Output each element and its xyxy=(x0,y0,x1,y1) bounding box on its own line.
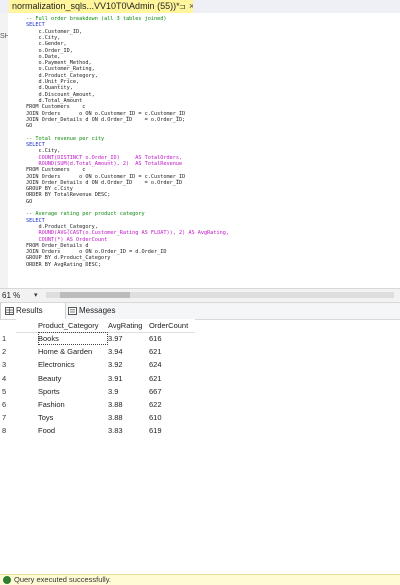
table-cell[interactable]: Beauty xyxy=(38,372,108,385)
table-cell[interactable]: 3.83 xyxy=(108,424,148,437)
table-cell[interactable]: 3.91 xyxy=(108,372,148,385)
row-number[interactable]: 7 xyxy=(2,411,14,424)
close-icon[interactable]: × xyxy=(189,0,193,13)
code-line: ORDER BY TotalRevenue DESC; xyxy=(26,192,111,199)
results-tab-strip: Results Messages xyxy=(0,303,400,320)
table-cell[interactable]: Home & Garden xyxy=(38,345,108,358)
row-number[interactable]: 1 xyxy=(2,332,14,345)
table-row[interactable]: 7 Toys 3.88 610 xyxy=(2,411,195,424)
table-row[interactable]: 8 Food 3.83 619 xyxy=(2,424,195,437)
table-cell[interactable]: Fashion xyxy=(38,398,108,411)
zoom-level[interactable]: 61 % xyxy=(2,289,20,302)
table-cell[interactable]: 616 xyxy=(149,332,195,345)
query-tab[interactable]: normalization_sqls...VV10T0\Admin (55))*… xyxy=(9,0,193,13)
grid-header-row: Product_Category AvgRating OrderCount xyxy=(16,319,195,333)
code-line: ORDER BY AvgRating DESC; xyxy=(26,261,101,268)
messages-icon xyxy=(68,307,77,315)
table-cell[interactable]: 3.88 xyxy=(108,411,148,424)
sql-editor[interactable]: -- Full order breakdown (all 3 tables jo… xyxy=(8,13,400,288)
pin-icon[interactable]: ⊐ xyxy=(179,0,186,13)
editor-zoom-bar: 61 % ▾ xyxy=(0,288,400,303)
column-header[interactable]: AvgRating xyxy=(108,319,148,332)
table-cell[interactable]: 621 xyxy=(149,372,195,385)
table-cell[interactable]: 667 xyxy=(149,385,195,398)
row-number[interactable]: 5 xyxy=(2,385,14,398)
table-row[interactable]: 4 Beauty 3.91 621 xyxy=(2,372,195,385)
grid-icon xyxy=(5,307,14,315)
status-bar: Query executed successfully. xyxy=(0,574,400,585)
table-cell[interactable]: 624 xyxy=(149,358,195,371)
query-tab-title: normalization_sqls...VV10T0\Admin (55))* xyxy=(12,1,180,11)
table-cell[interactable]: 610 xyxy=(149,411,195,424)
row-number[interactable]: 4 xyxy=(2,372,14,385)
row-number[interactable]: 6 xyxy=(2,398,14,411)
table-cell[interactable]: 3.9 xyxy=(108,385,148,398)
table-row[interactable]: 6 Fashion 3.88 622 xyxy=(2,398,195,411)
table-cell[interactable]: Electronics xyxy=(38,358,108,371)
table-row[interactable]: 2 Home & Garden 3.94 621 xyxy=(2,345,195,358)
table-row[interactable]: 5 Sports 3.9 667 xyxy=(2,385,195,398)
row-number[interactable]: 2 xyxy=(2,345,14,358)
code-line: GO xyxy=(26,198,33,205)
column-header[interactable]: Product_Category xyxy=(38,319,108,332)
scrollbar-thumb[interactable] xyxy=(60,292,130,298)
code-line: GO xyxy=(26,123,33,130)
success-icon xyxy=(3,576,11,584)
table-cell[interactable]: Food xyxy=(38,424,108,437)
table-row[interactable]: 1 Books 3.97 616 xyxy=(2,332,195,345)
table-cell[interactable]: 3.88 xyxy=(108,398,148,411)
tab-results-label: Results xyxy=(16,306,43,315)
table-cell[interactable]: 622 xyxy=(149,398,195,411)
table-cell[interactable]: Sports xyxy=(38,385,108,398)
tab-messages-label: Messages xyxy=(79,306,116,315)
code-line: JOIN Order_Details d ON d.Order_ID = o.O… xyxy=(26,116,186,123)
tab-results[interactable]: Results xyxy=(0,303,66,319)
code-line: -- Full order breakdown (all 3 tables jo… xyxy=(26,16,167,22)
horizontal-scrollbar[interactable] xyxy=(46,292,394,298)
table-cell[interactable]: Books xyxy=(38,332,108,345)
table-cell[interactable]: Toys xyxy=(38,411,108,424)
row-number[interactable]: 3 xyxy=(2,358,14,371)
chevron-down-icon[interactable]: ▾ xyxy=(34,289,38,302)
table-row[interactable]: 3 Electronics 3.92 624 xyxy=(2,358,195,371)
table-cell[interactable]: 619 xyxy=(149,424,195,437)
tab-messages[interactable]: Messages xyxy=(64,303,134,319)
table-cell[interactable]: 3.94 xyxy=(108,345,148,358)
column-header[interactable]: OrderCount xyxy=(149,319,195,332)
table-cell[interactable]: 3.92 xyxy=(108,358,148,371)
table-cell[interactable]: 3.97 xyxy=(108,332,148,345)
table-cell[interactable]: 621 xyxy=(149,345,195,358)
row-number[interactable]: 8 xyxy=(2,424,14,437)
document-tab-strip: normalization_sqls...VV10T0\Admin (55))*… xyxy=(0,0,400,14)
